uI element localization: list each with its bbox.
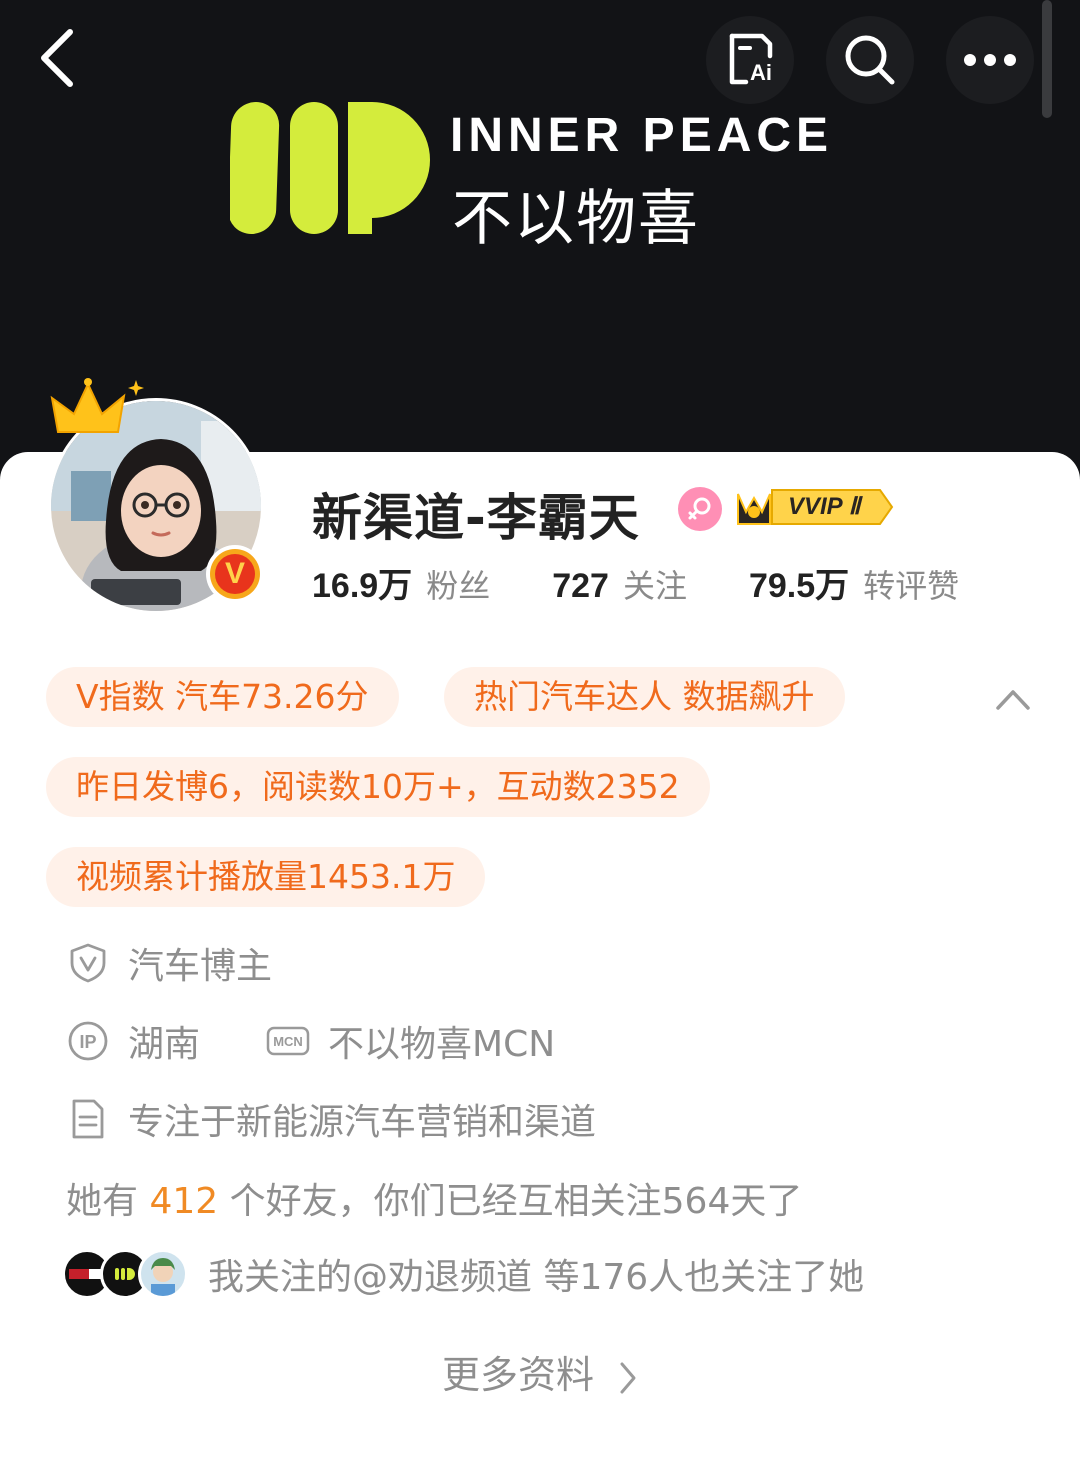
verified-badge-letter: V — [215, 554, 255, 594]
chevron-right-icon — [620, 1362, 636, 1393]
bio-row: 专注于新能源汽车营销和渠道 — [66, 1094, 596, 1144]
location-text: 湖南 — [128, 1024, 201, 1065]
document-icon — [72, 1099, 104, 1139]
crown-icon — [50, 378, 144, 433]
more-dots-icon — [964, 54, 1016, 66]
scrollbar[interactable] — [1042, 0, 1052, 118]
verified-badge: V — [206, 545, 264, 603]
friends-count: 412 — [149, 1181, 219, 1222]
mutual-followers-row[interactable]: 我关注的@劝退频道 等176人也关注了她 — [62, 1246, 864, 1302]
following-count: 727 — [552, 567, 609, 605]
vvip-label: VVIP Ⅱ — [788, 493, 861, 520]
brand-name-cn: 不以物喜 — [452, 184, 700, 254]
tag-hot-creator[interactable]: 热门汽车达人 数据飙升 — [444, 667, 845, 727]
more-info-label: 更多资料 — [441, 1353, 594, 1397]
search-icon — [845, 35, 895, 85]
tag-video-plays[interactable]: 视频累计播放量1453.1万 — [46, 847, 486, 907]
ip-icon-label: IP — [79, 1032, 96, 1052]
back-button[interactable] — [14, 14, 102, 102]
search-button[interactable] — [826, 16, 914, 104]
mutual-followers-text: 我关注的@劝退频道 等176人也关注了她 — [208, 1257, 865, 1298]
friends-suffix: 个好友，你们已经互相关注564天了 — [229, 1181, 803, 1222]
ip-location-icon: IP — [68, 1021, 108, 1061]
followers-count: 16.9万 — [312, 567, 413, 605]
following-stat[interactable]: 727 关注 — [552, 561, 687, 607]
chevron-up-icon[interactable] — [990, 676, 1036, 722]
bio-text: 专注于新能源汽车营销和渠道 — [128, 1102, 597, 1143]
followers-label: 粉丝 — [426, 567, 491, 605]
role-row: 汽车博主 — [66, 938, 272, 988]
profile-stats: 16.9万 粉丝 727 关注 79.5万 转评赞 — [312, 558, 959, 607]
likes-count: 79.5万 — [748, 567, 850, 605]
followers-stat[interactable]: 16.9万 粉丝 — [312, 558, 490, 607]
role-text: 汽车博主 — [128, 946, 273, 987]
more-button[interactable] — [946, 16, 1034, 104]
brand-name-en: INNER PEACE — [450, 109, 834, 162]
mcn-icon: MCN — [266, 1026, 310, 1056]
username: 新渠道-李霸天 — [312, 489, 640, 547]
ai-summary-button[interactable]: Ai — [706, 16, 794, 104]
chevron-left-icon — [41, 29, 73, 87]
likes-label: 转评赞 — [863, 567, 960, 605]
shield-v-icon — [70, 943, 106, 983]
female-icon — [678, 487, 722, 531]
following-label: 关注 — [622, 567, 687, 605]
tag-v-index[interactable]: V指数 汽车73.26分 — [46, 667, 399, 727]
mcn-text[interactable]: 不以物喜MCN — [328, 1015, 555, 1067]
more-info-button[interactable]: 更多资料 — [0, 1344, 1080, 1399]
mutual-avatar — [138, 1249, 188, 1299]
brand-logo-icon — [230, 102, 430, 234]
tag-yesterday-stats[interactable]: 昨日发博6，阅读数10万+，互动数2352 — [46, 757, 710, 817]
vvip-badge[interactable]: VVIP Ⅱ — [732, 484, 896, 530]
friends-line[interactable]: 她有 412 个好友，你们已经互相关注564天了 — [66, 1172, 802, 1224]
location-row: IP 湖南 MCN 不以物喜MCN — [66, 1016, 555, 1066]
likes-stat[interactable]: 79.5万 转评赞 — [749, 558, 959, 607]
friends-prefix: 她有 — [66, 1181, 139, 1222]
ai-icon-label: Ai — [750, 60, 772, 85]
mcn-icon-label: MCN — [273, 1034, 303, 1049]
